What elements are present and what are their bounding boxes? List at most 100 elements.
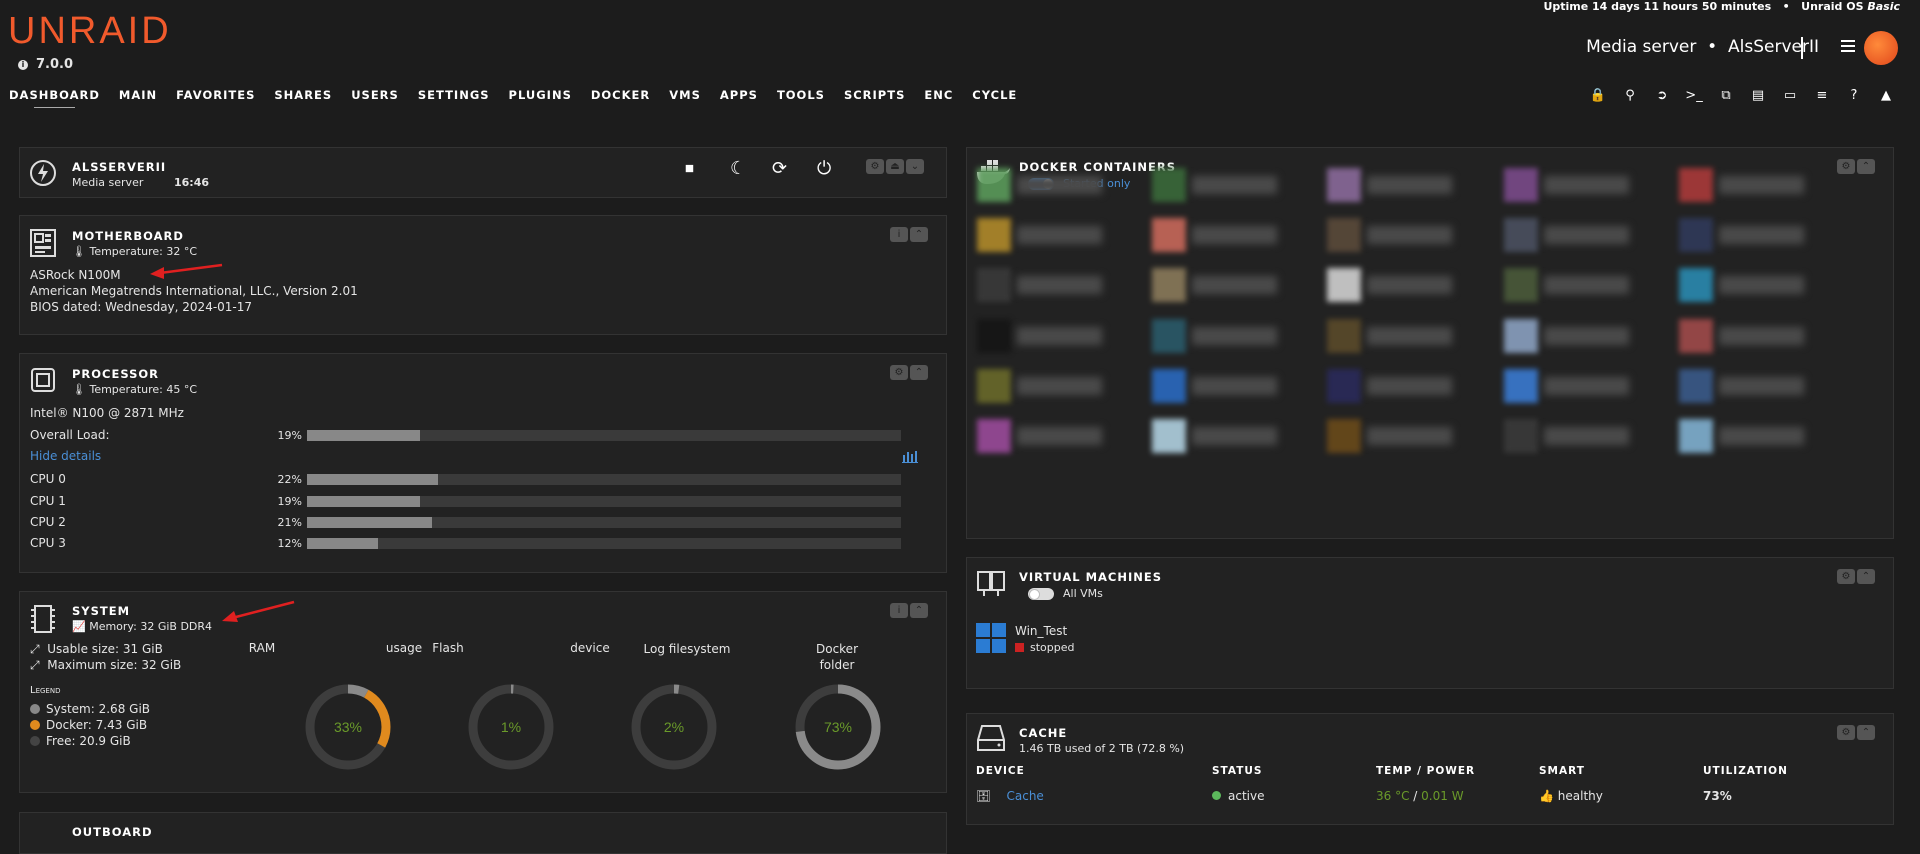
terminal-icon[interactable]: >_ bbox=[1678, 88, 1710, 103]
collapse-icon[interactable]: ⌃ bbox=[910, 365, 928, 380]
docker-container-item[interactable] bbox=[977, 268, 1107, 302]
col-device: DEVICE bbox=[976, 765, 1025, 777]
docker-container-item[interactable] bbox=[1679, 218, 1809, 252]
panel-controls: i ⌃ bbox=[890, 227, 928, 242]
stop-array-icon[interactable]: ⏹ bbox=[685, 158, 694, 179]
version-label[interactable]: i 7.0.0 bbox=[18, 57, 73, 72]
docker-container-item[interactable] bbox=[1327, 319, 1457, 353]
outboard-title: OUTBOARD bbox=[72, 825, 153, 839]
all-vms-toggle[interactable] bbox=[1028, 588, 1054, 600]
reboot-icon[interactable]: ⟳ bbox=[772, 158, 787, 179]
docker-container-item[interactable] bbox=[1679, 419, 1809, 453]
docker-container-item[interactable] bbox=[977, 218, 1107, 252]
tab-users[interactable]: USERS bbox=[351, 88, 399, 102]
drive-icon bbox=[977, 725, 1005, 751]
docker-container-item[interactable] bbox=[1152, 369, 1282, 403]
container-name-blurred bbox=[1544, 377, 1629, 395]
windows-icon[interactable] bbox=[976, 623, 1006, 653]
container-name-blurred bbox=[1544, 327, 1629, 345]
hide-details-link[interactable]: Hide details bbox=[30, 449, 101, 463]
tab-tools[interactable]: TOOLS bbox=[777, 88, 825, 102]
tab-apps[interactable]: APPS bbox=[720, 88, 758, 102]
docker-container-item[interactable] bbox=[1504, 419, 1634, 453]
docker-container-item[interactable] bbox=[977, 319, 1107, 353]
info-icon[interactable]: i bbox=[890, 227, 908, 242]
logout-icon[interactable]: ➲ bbox=[1646, 88, 1678, 103]
tab-enc[interactable]: ENC bbox=[924, 88, 953, 102]
container-name-blurred bbox=[1192, 377, 1277, 395]
container-name-blurred bbox=[1544, 276, 1629, 294]
cache-device-link[interactable]: Cache bbox=[1007, 789, 1044, 803]
collapse-icon[interactable]: ⌃ bbox=[910, 603, 928, 618]
settings-icon[interactable]: ⚙ bbox=[1837, 159, 1855, 174]
tab-settings[interactable]: SETTINGS bbox=[418, 88, 490, 102]
info-icon[interactable]: i bbox=[890, 603, 908, 618]
tab-vms[interactable]: VMS bbox=[669, 88, 701, 102]
lock-icon[interactable]: 🔒 bbox=[1582, 88, 1614, 103]
cpu2-bar bbox=[307, 517, 901, 528]
settings-icon[interactable]: ⚙ bbox=[866, 159, 884, 174]
docker-container-item[interactable] bbox=[1327, 369, 1457, 403]
tab-main[interactable]: MAIN bbox=[119, 88, 157, 102]
tab-dashboard[interactable]: DASHBOARD bbox=[9, 88, 100, 108]
log-icon[interactable]: ≡ bbox=[1806, 88, 1838, 103]
docker-container-item[interactable] bbox=[1152, 319, 1282, 353]
tab-docker[interactable]: DOCKER bbox=[591, 88, 650, 102]
docker-container-item[interactable] bbox=[1679, 319, 1809, 353]
resize-icon: ⤢ bbox=[30, 642, 40, 656]
tab-cycle[interactable]: CYCLE bbox=[972, 88, 1017, 102]
docker-container-item[interactable] bbox=[1504, 268, 1634, 302]
docker-container-item[interactable] bbox=[977, 419, 1107, 453]
docker-container-item[interactable] bbox=[1327, 218, 1457, 252]
collapse-icon[interactable]: ⌃ bbox=[910, 227, 928, 242]
docker-container-item[interactable] bbox=[1152, 168, 1282, 202]
help-icon[interactable]: ? bbox=[1838, 88, 1870, 103]
docker-container-item[interactable] bbox=[1327, 168, 1457, 202]
collapse-icon[interactable]: ⌄ bbox=[906, 159, 924, 174]
search-icon[interactable]: ⚲ bbox=[1614, 88, 1646, 103]
vm-name[interactable]: Win_Test bbox=[1015, 624, 1067, 638]
settings-icon[interactable]: ⚙ bbox=[890, 365, 908, 380]
monitor-icon[interactable]: ▭ bbox=[1774, 88, 1806, 103]
tab-scripts[interactable]: SCRIPTS bbox=[844, 88, 905, 102]
docker-container-item[interactable] bbox=[1327, 419, 1457, 453]
docker-container-item[interactable] bbox=[1504, 319, 1634, 353]
legend-docker: Docker: 7.43 GiB bbox=[30, 718, 147, 732]
hamburger-menu-icon[interactable] bbox=[1841, 40, 1855, 52]
annotation-arrow bbox=[150, 263, 223, 279]
bell-icon[interactable]: ▲ bbox=[1870, 88, 1902, 103]
docker-container-item[interactable] bbox=[1679, 168, 1809, 202]
unraid-logo[interactable]: UNRAID bbox=[8, 10, 172, 53]
collapse-icon[interactable]: ⌃ bbox=[1857, 569, 1875, 584]
docker-container-item[interactable] bbox=[1504, 168, 1634, 202]
sleep-icon[interactable]: ☾ bbox=[730, 158, 746, 179]
docker-container-item[interactable] bbox=[1504, 369, 1634, 403]
copy-icon[interactable]: ⧉ bbox=[1710, 88, 1742, 103]
eject-icon[interactable]: ⏏ bbox=[886, 159, 904, 174]
docker-container-item[interactable] bbox=[1679, 268, 1809, 302]
user-avatar[interactable] bbox=[1864, 31, 1898, 65]
docker-container-item[interactable] bbox=[1152, 268, 1282, 302]
collapse-icon[interactable]: ⌃ bbox=[1857, 725, 1875, 740]
collapse-icon[interactable]: ⌃ bbox=[1857, 159, 1875, 174]
settings-icon[interactable]: ⚙ bbox=[1837, 725, 1855, 740]
docker-container-item[interactable] bbox=[1679, 369, 1809, 403]
tab-plugins[interactable]: PLUGINS bbox=[509, 88, 572, 102]
chart-icon[interactable] bbox=[902, 449, 918, 463]
container-icon bbox=[1327, 319, 1361, 353]
tab-shares[interactable]: SHARES bbox=[274, 88, 332, 102]
settings-icon[interactable]: ⚙ bbox=[1837, 569, 1855, 584]
tab-favorites[interactable]: FAVORITES bbox=[176, 88, 255, 102]
docker-container-item[interactable] bbox=[1152, 218, 1282, 252]
panel-controls: ⚙ ⌃ bbox=[1837, 725, 1875, 740]
col-smart: SMART bbox=[1539, 765, 1585, 777]
notes-icon[interactable]: ▤ bbox=[1742, 88, 1774, 103]
docker-container-item[interactable] bbox=[1152, 419, 1282, 453]
container-name-blurred bbox=[1719, 276, 1804, 294]
docker-container-item[interactable] bbox=[1327, 268, 1457, 302]
container-name-blurred bbox=[1367, 276, 1452, 294]
docker-container-item[interactable] bbox=[977, 369, 1107, 403]
power-icon[interactable]: ⏻ bbox=[817, 158, 831, 179]
docker-container-item[interactable] bbox=[1504, 218, 1634, 252]
docker-container-item[interactable] bbox=[977, 168, 1107, 202]
